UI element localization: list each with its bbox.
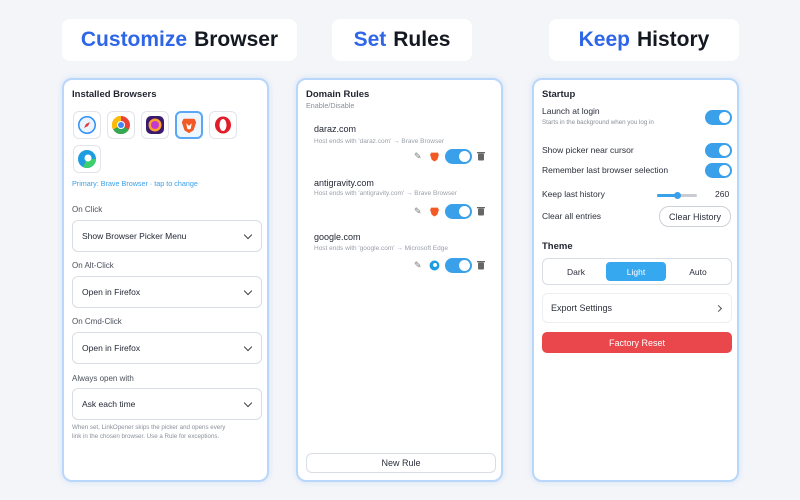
edge-icon <box>429 260 440 271</box>
headline-rules: Set Rules <box>332 19 472 61</box>
rule-enable-toggle[interactable] <box>445 149 472 164</box>
picker-near-cursor-label: Show picker near cursor <box>542 145 634 155</box>
browser-option-safari[interactable] <box>73 111 101 139</box>
clear-history-button[interactable]: Clear History <box>659 206 731 227</box>
keep-history-value: 260 <box>715 189 730 199</box>
chevron-down-icon <box>243 398 253 407</box>
rule-domain: daraz.com <box>314 124 357 134</box>
alt-click-value: Open in Firefox <box>82 287 141 297</box>
installed-browsers-title: Installed Browsers <box>72 89 157 100</box>
remember-selection-toggle[interactable] <box>705 163 732 178</box>
rule-domain: antigravity.com <box>314 178 374 188</box>
rule-domain: google.com <box>314 232 361 242</box>
headline-accent: Set <box>353 28 387 51</box>
theme-option-light[interactable]: Light <box>606 262 666 281</box>
domain-rules-subtitle: Enable/Disable <box>306 101 355 110</box>
rule-enable-toggle[interactable] <box>445 204 472 219</box>
factory-reset-button[interactable]: Factory Reset <box>542 332 732 353</box>
settings-panel: Startup Launch at login Starts in the ba… <box>532 78 739 482</box>
firefox-icon <box>146 116 164 134</box>
rules-panel: Domain Rules Enable/Disable daraz.com Ho… <box>296 78 503 482</box>
safari-icon <box>78 116 96 134</box>
export-settings-label: Export Settings <box>551 303 613 313</box>
trash-icon[interactable] <box>477 206 485 216</box>
chrome-icon <box>111 116 130 135</box>
on-click-select[interactable]: Show Browser Picker Menu <box>72 220 262 252</box>
headline-rest: Browser <box>194 28 279 51</box>
brave-icon <box>181 118 197 134</box>
always-open-note-1: When set, LinkOpener skips the picker an… <box>72 424 226 431</box>
browser-option-chrome[interactable] <box>107 111 135 139</box>
on-click-value: Show Browser Picker Menu <box>82 231 187 241</box>
rule-actions: ✎ <box>414 204 485 219</box>
rule-description: Host ends with 'daraz.com' → Brave Brows… <box>314 138 444 145</box>
on-click-label: On Click <box>72 205 103 214</box>
browser-option-edge[interactable] <box>73 145 101 173</box>
browser-option-firefox[interactable] <box>141 111 169 139</box>
edge-icon <box>78 150 96 168</box>
edit-icon[interactable]: ✎ <box>414 261 423 270</box>
theme-option-auto[interactable]: Auto <box>668 262 728 281</box>
cmd-click-value: Open in Firefox <box>82 343 141 353</box>
rule-enable-toggle[interactable] <box>445 258 472 273</box>
headline-customize: Customize Browser <box>62 19 297 61</box>
edit-icon[interactable]: ✎ <box>414 207 423 216</box>
browser-option-opera[interactable] <box>209 111 237 139</box>
brave-icon <box>430 207 439 217</box>
chevron-down-icon <box>243 286 253 295</box>
chevron-down-icon <box>243 342 253 351</box>
theme-selector: Dark Light Auto <box>542 258 732 285</box>
headline-rest: Rules <box>393 28 451 51</box>
history-slider[interactable] <box>657 192 697 199</box>
cmd-click-select[interactable]: Open in Firefox <box>72 332 262 364</box>
always-open-note-2: link in the chosen browser. Use a Rule f… <box>72 433 220 440</box>
headline-rest: History <box>637 28 710 51</box>
startup-title: Startup <box>542 89 576 100</box>
history-slider-knob[interactable] <box>673 192 681 199</box>
theme-title: Theme <box>542 241 573 252</box>
chevron-right-icon <box>714 304 723 312</box>
chevron-down-icon <box>243 230 253 239</box>
keep-history-label: Keep last history <box>542 189 605 199</box>
domain-rules-title: Domain Rules <box>306 89 370 100</box>
trash-icon[interactable] <box>477 151 485 161</box>
rule-actions: ✎ <box>414 149 485 164</box>
alt-click-select[interactable]: Open in Firefox <box>72 276 262 308</box>
always-open-label: Always open with <box>72 374 134 383</box>
browser-option-brave[interactable] <box>175 111 203 139</box>
primary-browser-link[interactable]: Primary: Brave Browser · tap to change <box>72 179 198 188</box>
theme-option-dark[interactable]: Dark <box>546 262 606 281</box>
picker-near-cursor-toggle[interactable] <box>705 143 732 158</box>
rule-description: Host ends with 'google.com' → Microsoft … <box>314 245 448 252</box>
alt-click-label: On Alt-Click <box>72 261 114 270</box>
trash-icon[interactable] <box>477 260 485 270</box>
launch-at-login-toggle[interactable] <box>705 110 732 125</box>
clear-entries-label: Clear all entries <box>542 211 602 221</box>
always-open-value: Ask each time <box>82 399 136 409</box>
rule-description: Host ends with 'antigravity.com' → Brave… <box>314 190 457 197</box>
headline-history: Keep History <box>549 19 739 61</box>
new-rule-button[interactable]: New Rule <box>306 453 496 473</box>
opera-icon <box>215 116 231 134</box>
export-settings-row[interactable]: Export Settings <box>542 293 732 323</box>
rule-actions: ✎ <box>414 258 485 273</box>
remember-selection-label: Remember last browser selection <box>542 165 669 175</box>
cmd-click-label: On Cmd-Click <box>72 317 122 326</box>
launch-at-login-sub: Starts in the background when you log in <box>542 119 654 126</box>
edit-icon[interactable]: ✎ <box>414 152 423 161</box>
browsers-panel: Installed Browsers Primary: Brave Browse… <box>62 78 269 482</box>
brave-icon <box>430 152 439 162</box>
headline-accent: Customize <box>80 28 188 51</box>
always-open-select[interactable]: Ask each time <box>72 388 262 420</box>
headline-accent: Keep <box>578 28 630 51</box>
launch-at-login-label: Launch at login <box>542 106 600 116</box>
